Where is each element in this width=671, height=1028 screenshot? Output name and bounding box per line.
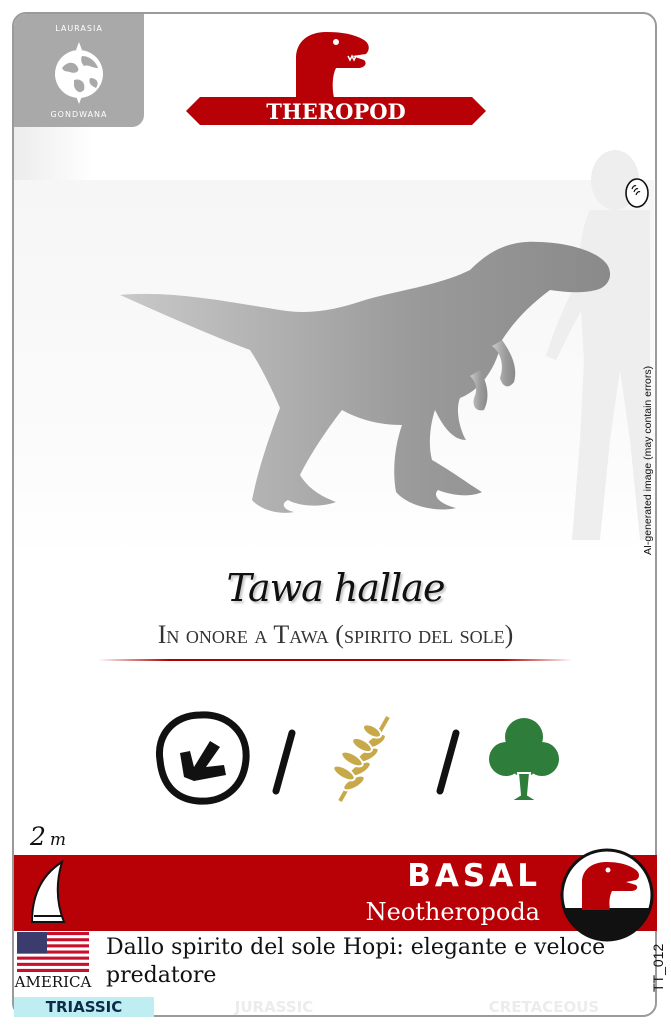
species-description: Dallo spirito del sole Hopi: elegante e … [106, 935, 606, 988]
subclade-label: Neotheropoda [365, 898, 540, 926]
theropod-head-icon [296, 32, 369, 98]
separator-slash-2 [436, 729, 460, 795]
card-id: TT_012 [650, 943, 666, 992]
group-label: THEROPOD [266, 99, 406, 124]
period-triassic: TRIASSIC [14, 997, 154, 1017]
clade-label: BASAL [407, 858, 541, 894]
length-value: 2m [30, 822, 66, 851]
region-bottom-label: GONDWANA [50, 110, 108, 119]
ai-disclaimer: AI-generated image (may contain errors) [642, 365, 654, 555]
separator-slash [272, 729, 296, 795]
country-label: AMERICA [14, 973, 92, 991]
fern-leaf-icon [332, 714, 393, 804]
region-badge: LAURASIA GONDWANA [14, 14, 144, 127]
traits-row [155, 711, 562, 805]
tawa-silhouette [120, 241, 611, 513]
dinosaur-illustration [120, 150, 650, 540]
period-cretaceous: CRETACEOUS [488, 998, 600, 1016]
globe-icon [55, 42, 103, 104]
egg-icon [625, 178, 649, 208]
theropod-circle-icon [560, 848, 654, 942]
length-number: 2 [30, 822, 46, 851]
region-top-label: LAURASIA [55, 24, 103, 33]
tree-icon [486, 715, 562, 802]
period-timeline: TRIASSIC JURASSIC CRETACEOUS [14, 997, 657, 1017]
dinosaur-card: LAURASIA GONDWANA THEROPOD AI-generated … [0, 0, 671, 1028]
footprint-icon [155, 711, 250, 805]
length-unit: m [49, 830, 67, 850]
tooth-icon [30, 859, 66, 923]
usa-flag-icon [17, 932, 89, 972]
divider-line [98, 659, 573, 661]
period-jurassic: JURASSIC [234, 998, 314, 1016]
species-name: Tawa hallae [226, 566, 446, 610]
name-meaning: In onore a Tawa (spirito del sole) [157, 620, 514, 649]
